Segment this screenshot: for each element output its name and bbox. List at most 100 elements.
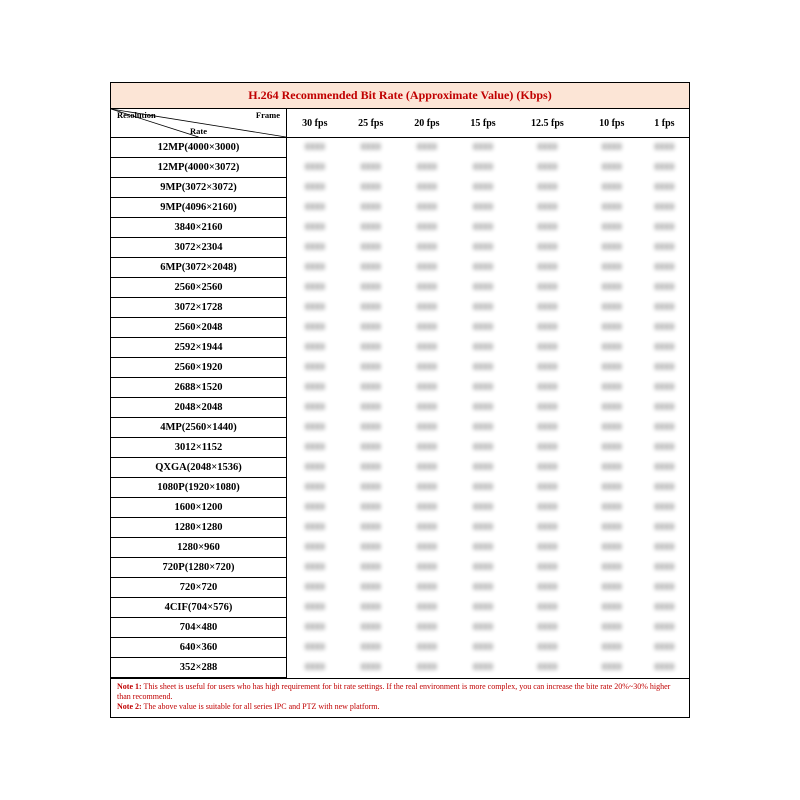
value-cell: 0000 [640, 238, 689, 258]
value-cell: 0000 [584, 358, 640, 378]
value-cell: 0000 [455, 398, 511, 418]
value-cell: 0000 [399, 218, 455, 238]
value-cell: 0000 [455, 378, 511, 398]
value-cell: 0000 [343, 198, 399, 218]
value-cell: 0000 [399, 298, 455, 318]
value-cell: 0000 [287, 218, 343, 238]
value-cell: 0000 [287, 278, 343, 298]
value-cell: 0000 [343, 498, 399, 518]
value-cell: 0000 [584, 478, 640, 498]
value-cell: 0000 [343, 478, 399, 498]
value-cell: 0000 [640, 638, 689, 658]
value-cell: 0000 [511, 538, 584, 558]
value-cell: 0000 [343, 658, 399, 678]
value-cell: 0000 [511, 418, 584, 438]
resolution-cell: 352×288 [111, 658, 287, 678]
resolution-cell: 6MP(3072×2048) [111, 258, 287, 278]
value-cell: 0000 [399, 478, 455, 498]
corner-label-rate: Rate [190, 126, 207, 136]
value-cell: 0000 [640, 398, 689, 418]
value-cell: 0000 [640, 578, 689, 598]
value-cell: 0000 [287, 658, 343, 678]
value-cell: 0000 [399, 578, 455, 598]
value-cell: 0000 [455, 318, 511, 338]
value-cell: 0000 [455, 638, 511, 658]
value-cell: 0000 [287, 158, 343, 178]
value-cell: 0000 [511, 458, 584, 478]
note-1-text: This sheet is useful for users who has h… [117, 682, 670, 701]
table-row: 2560×19200000000000000000000000000000 [111, 358, 689, 378]
table-row: 1280×9600000000000000000000000000000 [111, 538, 689, 558]
value-cell: 0000 [584, 258, 640, 278]
value-cell: 0000 [287, 538, 343, 558]
value-cell: 0000 [511, 518, 584, 538]
value-cell: 0000 [399, 238, 455, 258]
value-cell: 0000 [287, 338, 343, 358]
table-row: 2560×25600000000000000000000000000000 [111, 278, 689, 298]
value-cell: 0000 [455, 458, 511, 478]
value-cell: 0000 [343, 358, 399, 378]
value-cell: 0000 [343, 338, 399, 358]
value-cell: 0000 [455, 498, 511, 518]
value-cell: 0000 [640, 318, 689, 338]
table-row: 3840×21600000000000000000000000000000 [111, 218, 689, 238]
value-cell: 0000 [584, 518, 640, 538]
value-cell: 0000 [640, 198, 689, 218]
value-cell: 0000 [287, 558, 343, 578]
value-cell: 0000 [455, 258, 511, 278]
table-row: QXGA(2048×1536)0000000000000000000000000… [111, 458, 689, 478]
note-1: Note 1: This sheet is useful for users w… [117, 682, 683, 702]
resolution-cell: 1280×1280 [111, 518, 287, 538]
value-cell: 0000 [640, 158, 689, 178]
value-cell: 0000 [399, 598, 455, 618]
value-cell: 0000 [584, 498, 640, 518]
value-cell: 0000 [455, 418, 511, 438]
table-row: 3072×17280000000000000000000000000000 [111, 298, 689, 318]
value-cell: 0000 [584, 558, 640, 578]
table-row: 352×2880000000000000000000000000000 [111, 658, 689, 678]
table-row: 640×3600000000000000000000000000000 [111, 638, 689, 658]
value-cell: 0000 [511, 178, 584, 198]
table-row: 720×7200000000000000000000000000000 [111, 578, 689, 598]
col-header: 30 fps [287, 109, 343, 138]
value-cell: 0000 [287, 578, 343, 598]
value-cell: 0000 [640, 358, 689, 378]
value-cell: 0000 [343, 618, 399, 638]
value-cell: 0000 [640, 618, 689, 638]
value-cell: 0000 [640, 498, 689, 518]
value-cell: 0000 [640, 538, 689, 558]
table-row: 2688×15200000000000000000000000000000 [111, 378, 689, 398]
value-cell: 0000 [399, 638, 455, 658]
value-cell: 0000 [584, 538, 640, 558]
value-cell: 0000 [511, 638, 584, 658]
resolution-cell: 2560×2560 [111, 278, 287, 298]
resolution-cell: 1280×960 [111, 538, 287, 558]
value-cell: 0000 [287, 238, 343, 258]
value-cell: 0000 [343, 578, 399, 598]
value-cell: 0000 [511, 338, 584, 358]
value-cell: 0000 [584, 458, 640, 478]
value-cell: 0000 [584, 218, 640, 238]
value-cell: 0000 [287, 478, 343, 498]
resolution-cell: 720×720 [111, 578, 287, 598]
value-cell: 0000 [399, 138, 455, 158]
value-cell: 0000 [584, 418, 640, 438]
resolution-cell: 704×480 [111, 618, 287, 638]
table-row: 4MP(2560×1440)00000000000000000000000000… [111, 418, 689, 438]
table-row: 3012×11520000000000000000000000000000 [111, 438, 689, 458]
value-cell: 0000 [455, 618, 511, 638]
resolution-cell: 12MP(4000×3000) [111, 138, 287, 158]
value-cell: 0000 [287, 258, 343, 278]
resolution-cell: 3072×1728 [111, 298, 287, 318]
table-row: 4CIF(704×576)000000000000000000000000000… [111, 598, 689, 618]
value-cell: 0000 [511, 198, 584, 218]
value-cell: 0000 [640, 178, 689, 198]
corner-label-resolution: Resolution [117, 110, 156, 120]
table-row: 12MP(4000×3000)0000000000000000000000000… [111, 138, 689, 158]
value-cell: 0000 [455, 478, 511, 498]
value-cell: 0000 [343, 398, 399, 418]
value-cell: 0000 [640, 478, 689, 498]
table-row: 1280×12800000000000000000000000000000 [111, 518, 689, 538]
value-cell: 0000 [584, 438, 640, 458]
resolution-cell: 4CIF(704×576) [111, 598, 287, 618]
